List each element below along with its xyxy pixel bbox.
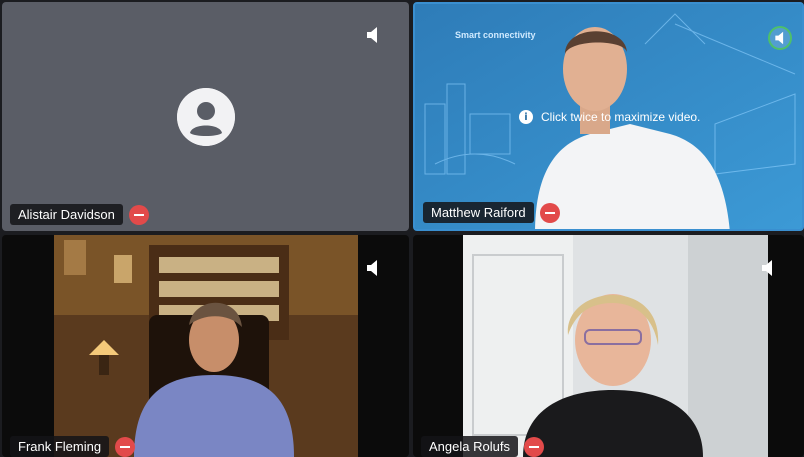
muted-icon[interactable]	[539, 202, 560, 223]
muted-icon[interactable]	[128, 204, 149, 225]
participant-video	[463, 235, 768, 457]
participant-tile-frank[interactable]: Frank Fleming	[2, 235, 409, 457]
maximize-tooltip: i Click twice to maximize video.	[519, 110, 700, 124]
speaker-icon[interactable]	[365, 26, 381, 44]
participant-video	[54, 235, 358, 457]
tooltip-text: Click twice to maximize video.	[541, 110, 701, 124]
name-tag: Frank Fleming	[10, 436, 136, 457]
info-icon: i	[519, 110, 533, 124]
speaker-icon[interactable]	[760, 259, 776, 277]
participant-tile-angela[interactable]: Angela Rolufs	[413, 235, 804, 457]
active-speaker-indicator[interactable]	[768, 26, 792, 50]
muted-icon[interactable]	[115, 436, 136, 457]
speaker-icon	[775, 31, 784, 45]
participant-name: Alistair Davidson	[10, 204, 123, 225]
video-grid: Alistair Davidson Smart connectivity i C…	[0, 0, 804, 457]
name-tag: Angela Rolufs	[421, 436, 544, 457]
muted-icon[interactable]	[523, 436, 544, 457]
name-tag: Matthew Raiford	[423, 202, 560, 223]
participant-tile-alistair[interactable]: Alistair Davidson	[2, 2, 409, 231]
participant-name: Angela Rolufs	[421, 436, 518, 457]
background-caption: Smart connectivity	[455, 30, 536, 40]
participant-tile-matthew[interactable]: Smart connectivity i Click twice to maxi…	[413, 2, 804, 231]
person-icon	[177, 88, 235, 146]
participant-name: Frank Fleming	[10, 436, 110, 457]
speaker-icon[interactable]	[365, 259, 381, 277]
participant-name: Matthew Raiford	[423, 202, 534, 223]
name-tag: Alistair Davidson	[10, 204, 149, 225]
